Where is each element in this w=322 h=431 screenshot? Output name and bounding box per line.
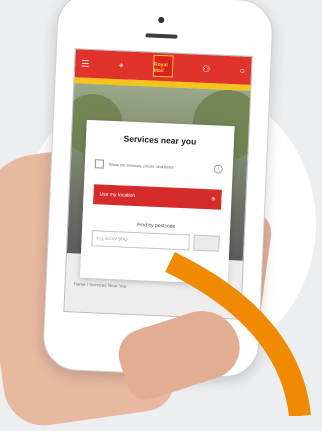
orange-arc-stroke	[165, 252, 311, 416]
orange-arc	[165, 252, 311, 416]
